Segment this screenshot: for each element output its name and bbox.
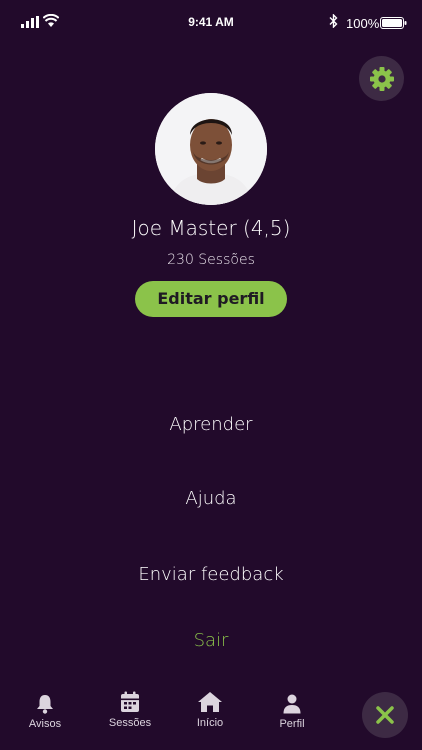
home-icon bbox=[198, 692, 222, 712]
tab-sessoes[interactable]: Sessões bbox=[95, 691, 165, 729]
session-count: 230 Sessões bbox=[167, 252, 255, 268]
tab-avisos[interactable]: Avisos bbox=[10, 694, 80, 730]
close-button[interactable] bbox=[362, 692, 408, 738]
close-icon bbox=[376, 706, 394, 724]
edit-profile-button[interactable]: Editar perfil bbox=[135, 281, 287, 317]
bell-icon bbox=[37, 695, 53, 714]
profile-photo bbox=[155, 93, 267, 205]
avatar bbox=[155, 93, 267, 205]
tab-label: Avisos bbox=[28, 718, 62, 730]
tab-inicio[interactable]: Início bbox=[175, 691, 245, 729]
gear-icon bbox=[369, 66, 394, 91]
battery-percentage: 100% bbox=[346, 16, 380, 31]
menu-item-learn[interactable]: Aprender bbox=[0, 414, 422, 435]
tab-perfil[interactable]: Perfil bbox=[257, 694, 327, 730]
menu-item-feedback[interactable]: Enviar feedback bbox=[0, 564, 422, 585]
calendar-icon bbox=[121, 691, 139, 712]
menu-item-help[interactable]: Ajuda bbox=[0, 488, 422, 509]
tab-label: Sessões bbox=[108, 717, 152, 729]
status-bar: 9:41 AM 100% bbox=[0, 0, 422, 44]
profile-name: Joe Master (4,5) bbox=[131, 216, 291, 240]
person-icon bbox=[283, 694, 301, 714]
menu-item-logout[interactable]: Sair bbox=[0, 630, 422, 651]
battery-icon bbox=[380, 17, 407, 29]
settings-button[interactable] bbox=[359, 56, 404, 101]
bluetooth-icon bbox=[329, 14, 338, 28]
tab-label: Início bbox=[196, 717, 224, 729]
tab-label: Perfil bbox=[279, 718, 305, 730]
